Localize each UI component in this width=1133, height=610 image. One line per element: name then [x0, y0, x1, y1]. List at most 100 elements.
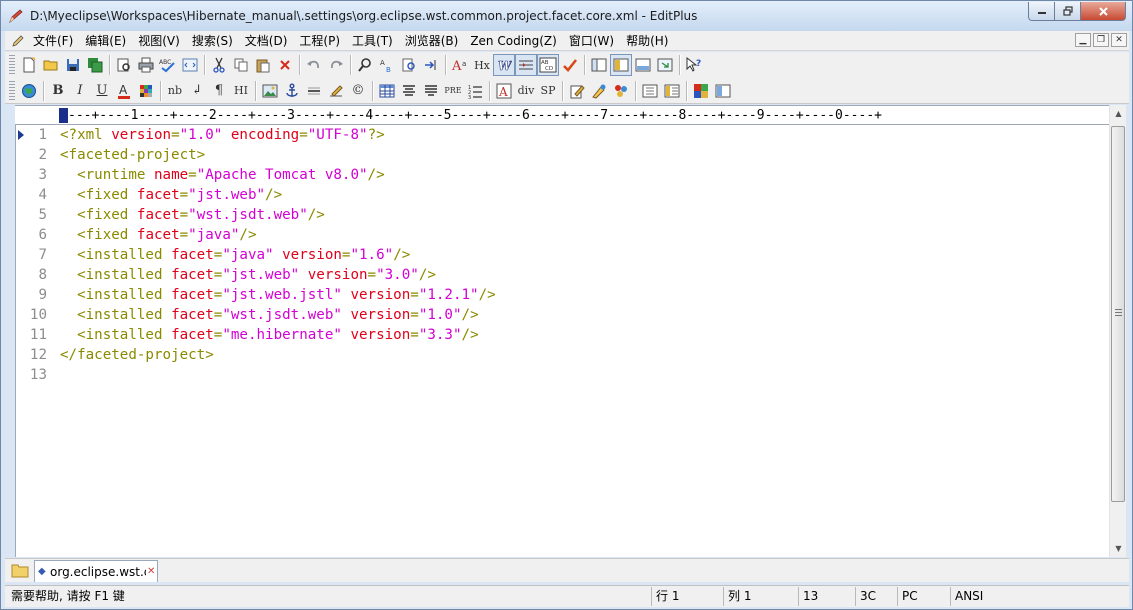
- scrollbar-thumb[interactable]: [1111, 126, 1125, 502]
- code-editor[interactable]: 1 <?xml version="1.0" encoding="UTF-8"?> 2…: [15, 125, 1109, 557]
- delete-button[interactable]: [274, 54, 296, 76]
- output-window-button[interactable]: [632, 54, 654, 76]
- menu-search[interactable]: 搜索(S): [186, 32, 239, 50]
- browser-preview-button[interactable]: [690, 80, 712, 102]
- line-numbers-button[interactable]: [515, 54, 537, 76]
- open-file-button[interactable]: [40, 54, 62, 76]
- html-toolbox-button[interactable]: [566, 80, 588, 102]
- fullscreen-button[interactable]: [654, 54, 676, 76]
- toolbar-grip[interactable]: [9, 80, 15, 101]
- sidebar-button[interactable]: [661, 80, 683, 102]
- italic-button[interactable]: I: [69, 80, 91, 102]
- frame-button[interactable]: [639, 80, 661, 102]
- color-picker-button[interactable]: [588, 80, 610, 102]
- save-all-button[interactable]: [84, 54, 106, 76]
- goto-line-button[interactable]: [420, 54, 442, 76]
- menu-help[interactable]: 帮助(H): [620, 32, 674, 50]
- toolbar-grip[interactable]: [9, 55, 15, 75]
- bold-button[interactable]: B: [47, 80, 69, 102]
- form-button[interactable]: A: [493, 80, 515, 102]
- heading-button[interactable]: HI: [230, 80, 252, 102]
- code-line[interactable]: 6 <fixed facet="java"/>: [16, 225, 1106, 245]
- code-line[interactable]: 3 <runtime name="Apache Tomcat v8.0"/>: [16, 165, 1106, 185]
- font-button[interactable]: Aa: [449, 54, 471, 76]
- hex-view-button[interactable]: Hx: [471, 54, 493, 76]
- find-button[interactable]: [354, 54, 376, 76]
- font-color-button[interactable]: A: [113, 80, 135, 102]
- paste-button[interactable]: [252, 54, 274, 76]
- close-button[interactable]: [1081, 2, 1126, 21]
- save-button[interactable]: [62, 54, 84, 76]
- cut-button[interactable]: [208, 54, 230, 76]
- code-line[interactable]: 8 <installed facet="jst.web" version="3.…: [16, 265, 1106, 285]
- print-preview-button[interactable]: [113, 54, 135, 76]
- align-justify-button[interactable]: [420, 80, 442, 102]
- menu-zen-coding[interactable]: Zen Coding(Z): [464, 32, 563, 50]
- menu-document[interactable]: 文档(D): [239, 32, 294, 50]
- paragraph-button[interactable]: ¶: [208, 80, 230, 102]
- underline-button[interactable]: U: [91, 80, 113, 102]
- preformatted-button[interactable]: PRE: [442, 80, 464, 102]
- menu-file[interactable]: 文件(F): [27, 32, 79, 50]
- word-wrap-button[interactable]: W: [493, 54, 515, 76]
- print-button[interactable]: [135, 54, 157, 76]
- copy-button[interactable]: [230, 54, 252, 76]
- doc-minimize-button[interactable]: ▁: [1075, 33, 1091, 47]
- list-button[interactable]: 123: [464, 80, 486, 102]
- vertical-scrollbar[interactable]: ▲ ▼: [1109, 105, 1126, 557]
- image-button[interactable]: [259, 80, 281, 102]
- doc-close-button[interactable]: ✕: [1111, 33, 1127, 47]
- menu-browser[interactable]: 浏览器(B): [399, 32, 465, 50]
- context-help-button[interactable]: ?: [683, 54, 705, 76]
- spell-check-button[interactable]: ABC: [157, 54, 179, 76]
- comment-button[interactable]: [325, 80, 347, 102]
- editplus-app-icon[interactable]: [8, 8, 24, 24]
- document-tab[interactable]: ◆ org.eclipse.wst.common.project.facet.c…: [34, 560, 158, 582]
- css-button[interactable]: [610, 80, 632, 102]
- code-line[interactable]: 10 <installed facet = "wst.jsdt.web" versi…: [16, 305, 1106, 325]
- menu-window[interactable]: 窗口(W): [563, 32, 620, 50]
- tab-close-icon[interactable]: ✕: [147, 566, 155, 577]
- doc-restore-button[interactable]: ❐: [1093, 33, 1109, 47]
- span-button[interactable]: SP: [537, 80, 559, 102]
- directory-window-button[interactable]: [588, 54, 610, 76]
- code-line[interactable]: 11 <installed facet = "me.hibernate" versi…: [16, 325, 1106, 345]
- align-center-button[interactable]: [398, 80, 420, 102]
- menu-edit[interactable]: 编辑(E): [79, 32, 132, 50]
- new-file-button[interactable]: [18, 54, 40, 76]
- spell-check-toggle-button[interactable]: AB CD: [537, 54, 559, 76]
- line-break-button[interactable]: ↲: [186, 80, 208, 102]
- code-line[interactable]: 12 </faceted-project>: [16, 345, 1106, 365]
- find-in-files-button[interactable]: [398, 54, 420, 76]
- check-button[interactable]: [559, 54, 581, 76]
- minimize-button[interactable]: [1028, 2, 1055, 21]
- menu-view[interactable]: 视图(V): [132, 32, 186, 50]
- code-line[interactable]: 1 <?xml version="1.0" encoding="UTF-8"?>: [16, 125, 1106, 145]
- code-line[interactable]: 5 <fixed facet="wst.jsdt.web"/>: [16, 205, 1106, 225]
- copyright-button[interactable]: ©: [347, 80, 369, 102]
- cliptext-window-button[interactable]: [610, 54, 632, 76]
- div-button[interactable]: div: [515, 80, 537, 102]
- restore-button[interactable]: [1055, 2, 1081, 21]
- browser-button[interactable]: [18, 80, 40, 102]
- folder-icon[interactable]: [11, 562, 29, 578]
- anchor-button[interactable]: [281, 80, 303, 102]
- code-line[interactable]: 2 <faceted-project>: [16, 145, 1106, 165]
- color-palette-button[interactable]: [135, 80, 157, 102]
- redo-button[interactable]: [325, 54, 347, 76]
- html-preview-button[interactable]: [179, 54, 201, 76]
- scroll-down-button[interactable]: ▼: [1110, 540, 1127, 557]
- window-split-button[interactable]: [712, 80, 734, 102]
- horizontal-rule-button[interactable]: [303, 80, 325, 102]
- table-button[interactable]: [376, 80, 398, 102]
- code-line[interactable]: 7 <installed facet="java" version="1.6"/…: [16, 245, 1106, 265]
- menu-project[interactable]: 工程(P): [293, 32, 346, 50]
- scroll-up-button[interactable]: ▲: [1110, 105, 1127, 122]
- replace-button[interactable]: AB: [376, 54, 398, 76]
- menu-tools[interactable]: 工具(T): [346, 32, 399, 50]
- code-line[interactable]: 4 <fixed facet="jst.web"/>: [16, 185, 1106, 205]
- undo-button[interactable]: [303, 54, 325, 76]
- nbsp-button[interactable]: nb: [164, 80, 186, 102]
- code-line[interactable]: 13: [16, 365, 1106, 385]
- code-line[interactable]: 9 <installed facet = "jst.web.jstl" versio…: [16, 285, 1106, 305]
